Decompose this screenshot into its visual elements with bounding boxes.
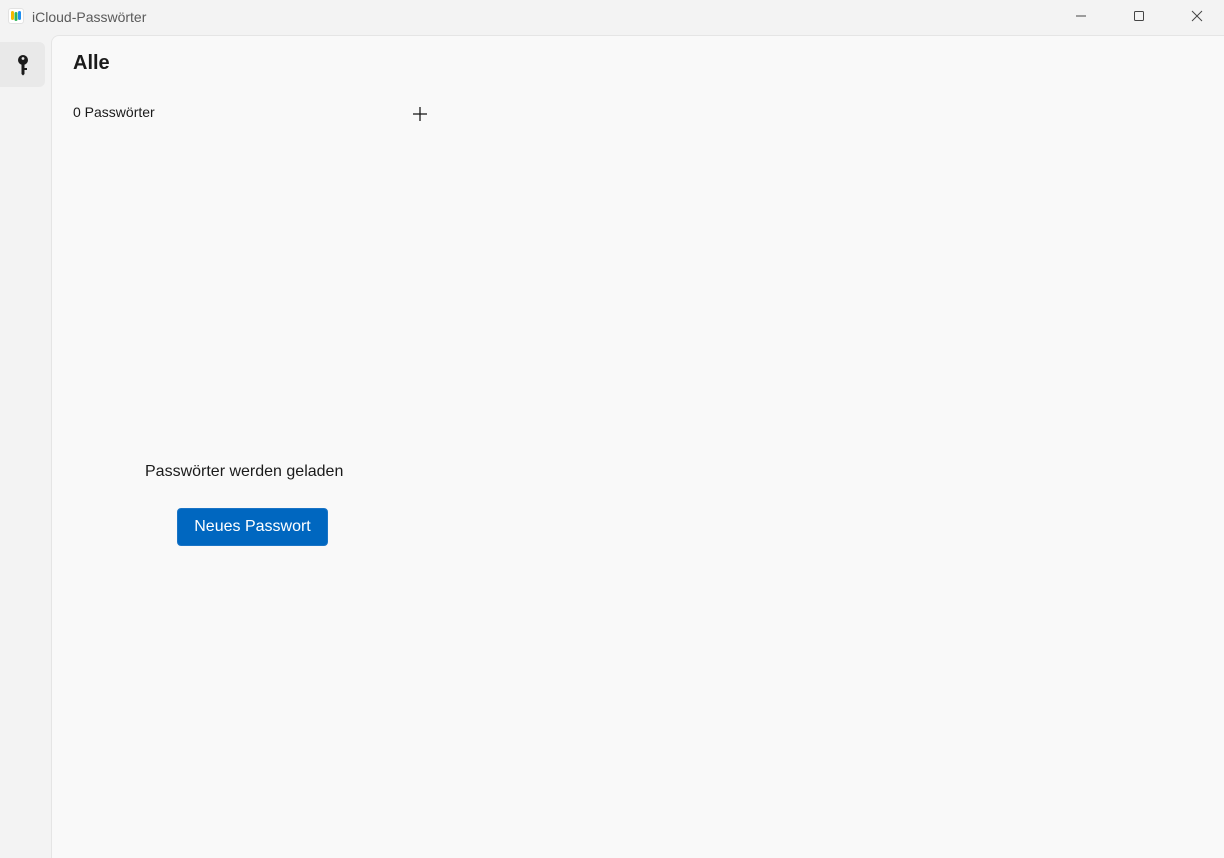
maximize-button[interactable] bbox=[1110, 0, 1168, 32]
title-bar[interactable]: iCloud-Passwörter bbox=[0, 0, 1224, 35]
plus-icon bbox=[413, 107, 427, 121]
page-title: Alle bbox=[73, 52, 110, 74]
minimize-icon bbox=[1076, 15, 1086, 17]
window-title: iCloud-Passwörter bbox=[32, 9, 147, 25]
close-button[interactable] bbox=[1168, 0, 1224, 32]
close-icon bbox=[1191, 10, 1203, 22]
key-icon bbox=[17, 54, 28, 75]
main-content: Alle 0 Passwörter Passwörter werden gela… bbox=[51, 35, 1224, 858]
minimize-button[interactable] bbox=[1052, 0, 1110, 32]
loading-message: Passwörter werden geladen bbox=[145, 463, 344, 480]
sidebar-item-passwords[interactable] bbox=[0, 42, 45, 87]
app-icon bbox=[8, 8, 24, 24]
add-password-button[interactable] bbox=[406, 100, 434, 128]
sidebar bbox=[0, 35, 52, 858]
password-count: 0 Passwörter bbox=[73, 104, 155, 120]
new-password-button[interactable]: Neues Passwort bbox=[177, 508, 328, 546]
maximize-icon bbox=[1134, 11, 1144, 21]
